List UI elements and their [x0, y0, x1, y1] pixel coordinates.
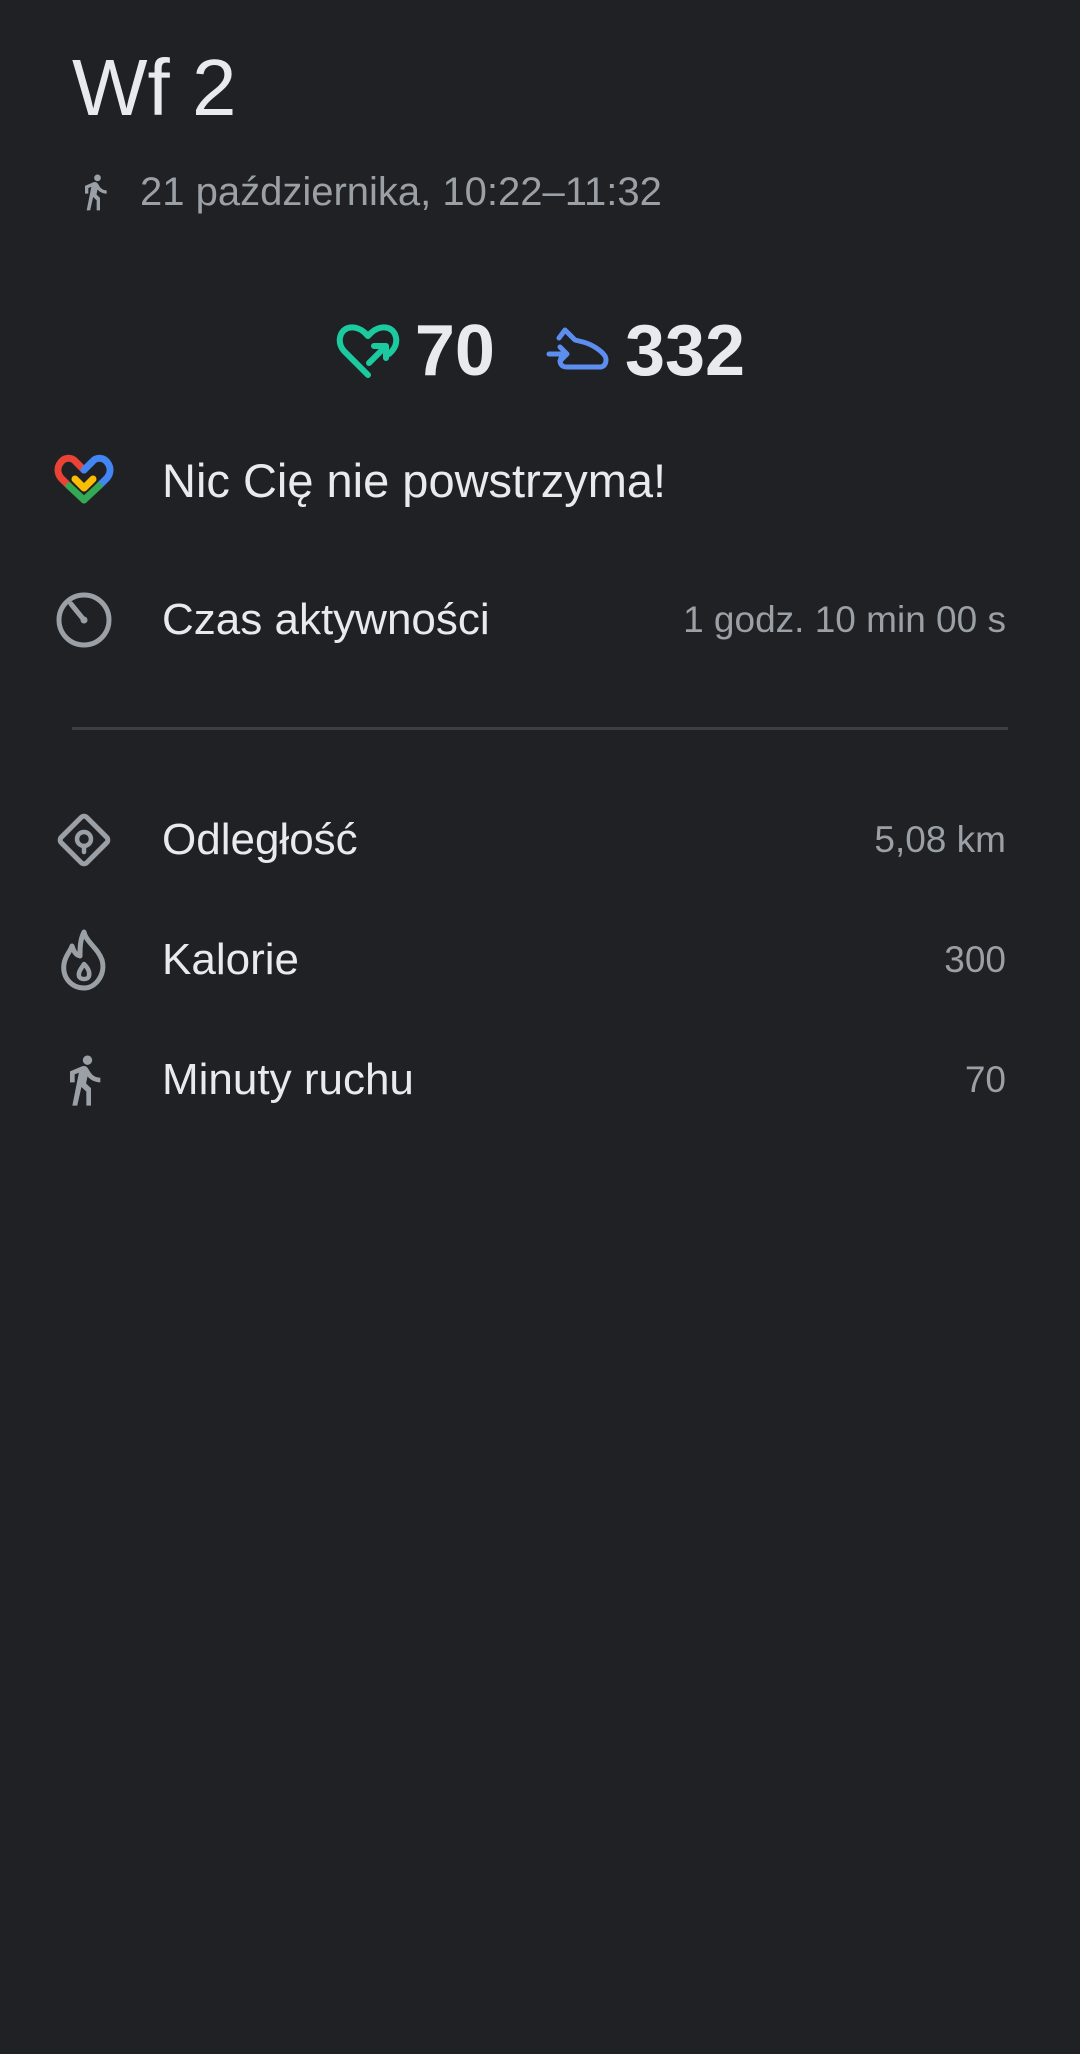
steps-value: 332: [624, 311, 746, 391]
heart-points-icon: [335, 318, 401, 384]
distance-icon: [52, 808, 116, 872]
page-title: Wf 2: [72, 43, 237, 132]
steps-shoe-icon: [545, 318, 611, 384]
divider: [72, 727, 1008, 730]
metric-label: Odległość: [162, 815, 358, 864]
active-time-row: Czas aktywności 1 godz. 10 min 00 s: [0, 580, 1080, 660]
motivation-row: Nic Cię nie powstrzyma!: [0, 440, 1080, 520]
steps-stat: 332: [545, 306, 745, 396]
motivation-text: Nic Cię nie powstrzyma!: [162, 453, 667, 507]
metric-value: 5,08 km: [874, 819, 1006, 860]
metric-label: Minuty ruchu: [162, 1055, 414, 1104]
walking-person-icon: [72, 169, 118, 215]
google-fit-logo-icon: [52, 448, 116, 512]
walking-person-icon: [52, 1048, 116, 1112]
calories-flame-icon: [52, 928, 116, 992]
metric-row-calories: Kalorie 300: [0, 920, 1080, 1000]
active-time-label: Czas aktywności: [162, 595, 490, 644]
metric-row-distance: Odległość 5,08 km: [0, 800, 1080, 880]
activity-summary: 70 332: [0, 306, 1080, 396]
activity-date-row: 21 października, 10:22–11:32: [72, 162, 662, 222]
timer-icon: [52, 588, 116, 652]
heart-points-value: 70: [414, 311, 495, 391]
metric-value: 70: [964, 1059, 1006, 1100]
metric-row-move-minutes: Minuty ruchu 70: [0, 1040, 1080, 1120]
activity-date-time: 21 października, 10:22–11:32: [140, 169, 662, 214]
metric-value: 300: [944, 939, 1006, 980]
heart-points-stat: 70: [335, 306, 495, 396]
active-time-value: 1 godz. 10 min 00 s: [683, 599, 1006, 640]
metric-label: Kalorie: [162, 935, 299, 984]
